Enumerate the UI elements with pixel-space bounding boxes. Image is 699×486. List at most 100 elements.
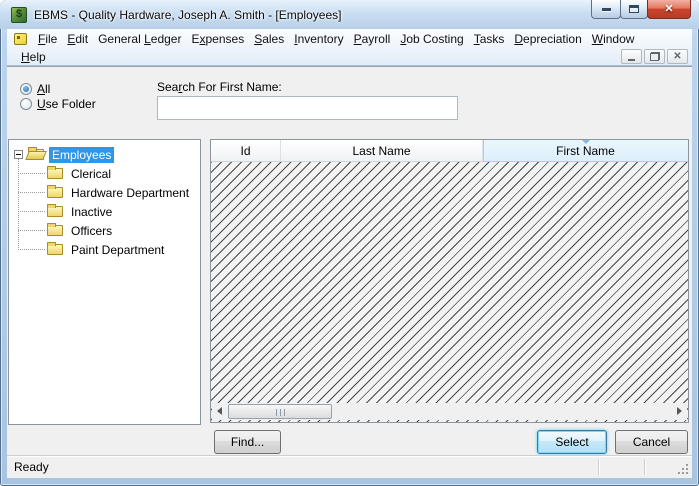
tree-item-label: Hardware Department bbox=[68, 185, 192, 201]
select-button[interactable]: Select bbox=[537, 430, 607, 454]
radio-all-label: All bbox=[37, 82, 50, 96]
menu-items-row1: File Edit General Ledger Expenses Sales … bbox=[33, 30, 639, 48]
menu-item-label: General bbox=[98, 32, 144, 46]
tree-item-employees-root[interactable]: Employees bbox=[9, 145, 200, 164]
menu-item[interactable]: File bbox=[33, 30, 62, 48]
horizontal-scrollbar[interactable] bbox=[212, 403, 687, 420]
tree-children: Clerical Hardware Department Inactive bbox=[9, 164, 200, 259]
status-bar: Ready bbox=[7, 455, 692, 478]
scroll-thumb[interactable] bbox=[228, 404, 332, 419]
table-header-row: Id Last Name First Name bbox=[211, 140, 688, 162]
folder-tree: Employees Clerical Hardware Department bbox=[8, 139, 201, 425]
radio-all[interactable]: All bbox=[20, 81, 96, 96]
mdi-close-icon: ✕ bbox=[673, 52, 681, 62]
title-bar[interactable]: EBMS - Quality Hardware, Joseph A. Smith… bbox=[0, 0, 699, 29]
window-title: EBMS - Quality Hardware, Joseph A. Smith… bbox=[34, 8, 341, 22]
menu-item-hotkey: L bbox=[144, 32, 151, 46]
menu-item[interactable]: Depreciation bbox=[509, 30, 586, 48]
resize-grip[interactable] bbox=[676, 462, 688, 474]
menu-bar: File Edit General Ledger Expenses Sales … bbox=[7, 29, 692, 66]
minimize-button[interactable] bbox=[591, 0, 621, 19]
radio-use-folder-icon[interactable] bbox=[20, 98, 32, 110]
menu-item[interactable]: Sales bbox=[249, 30, 289, 48]
menu-item-label: dit bbox=[75, 32, 88, 46]
open-folder-icon bbox=[28, 149, 44, 160]
menu-item-label: epreciation bbox=[523, 32, 582, 46]
tree-item-label: Paint Department bbox=[68, 242, 167, 258]
mdi-window-controls: ✕ bbox=[621, 49, 688, 64]
tree-connector bbox=[18, 173, 45, 174]
search-input[interactable] bbox=[157, 96, 458, 120]
tree-item[interactable]: Paint Department bbox=[9, 240, 200, 259]
menu-item-label: indow bbox=[603, 32, 634, 46]
cancel-button[interactable]: Cancel bbox=[615, 430, 688, 454]
radio-all-icon[interactable] bbox=[20, 83, 32, 95]
mdi-minimize-icon bbox=[628, 59, 635, 61]
status-separator bbox=[644, 459, 645, 475]
folder-icon bbox=[47, 225, 63, 236]
menu-item[interactable]: Job Costing bbox=[395, 30, 468, 48]
column-header-first-name[interactable]: First Name bbox=[483, 140, 688, 162]
window-controls: ✕ bbox=[592, 0, 691, 19]
close-icon: ✕ bbox=[664, 4, 673, 15]
employees-table: Id Last Name First Name bbox=[210, 139, 689, 423]
menu-item[interactable]: Tasks bbox=[469, 30, 510, 48]
menu-item[interactable]: Help bbox=[16, 48, 51, 66]
table-body-empty bbox=[211, 162, 688, 422]
radio-use-folder[interactable]: Use Folder bbox=[20, 96, 96, 111]
column-header-id[interactable]: Id bbox=[211, 140, 281, 162]
app-icon bbox=[11, 7, 27, 23]
tree-item-label: Clerical bbox=[68, 166, 114, 182]
close-button[interactable]: ✕ bbox=[647, 0, 691, 19]
menu-item[interactable]: Expenses bbox=[186, 30, 249, 48]
menu-item-hotkey: W bbox=[592, 32, 603, 46]
filter-radio-group: All Use Folder bbox=[20, 81, 96, 111]
maximize-icon bbox=[629, 5, 639, 13]
sort-indicator-icon bbox=[582, 140, 590, 144]
tree-item-label: Officers bbox=[68, 223, 115, 239]
tree-connector bbox=[18, 230, 45, 231]
find-button[interactable]: Find... bbox=[214, 430, 281, 454]
menu-item-label: ile bbox=[45, 32, 57, 46]
menu-item[interactable]: General Ledger bbox=[93, 30, 186, 48]
menu-item[interactable]: Inventory bbox=[289, 30, 348, 48]
collapse-icon[interactable] bbox=[14, 150, 23, 159]
tree-root-label[interactable]: Employees bbox=[49, 147, 114, 163]
mdi-restore-icon bbox=[650, 52, 660, 61]
mdi-system-menu-icon[interactable] bbox=[14, 33, 27, 45]
menu-items-row2: Help bbox=[16, 48, 51, 66]
scroll-right-icon[interactable] bbox=[677, 407, 682, 415]
menu-item[interactable]: Edit bbox=[62, 30, 93, 48]
column-header-last-name[interactable]: Last Name bbox=[281, 140, 483, 162]
app-window: EBMS - Quality Hardware, Joseph A. Smith… bbox=[0, 0, 699, 486]
tree-item[interactable]: Clerical bbox=[9, 164, 200, 183]
menu-item-label: penses bbox=[206, 32, 245, 46]
search-label: Search For First Name: bbox=[157, 80, 282, 94]
menu-item[interactable]: Window bbox=[587, 30, 640, 48]
folder-icon bbox=[47, 244, 63, 255]
menu-item-label: E bbox=[191, 32, 199, 46]
tree-item[interactable]: Hardware Department bbox=[9, 183, 200, 202]
tree-item[interactable]: Inactive bbox=[9, 202, 200, 221]
mdi-minimize-button[interactable] bbox=[621, 49, 642, 64]
folder-icon bbox=[47, 187, 63, 198]
tree-connector bbox=[18, 211, 45, 212]
tree-item[interactable]: Officers bbox=[9, 221, 200, 240]
menu-item-label: edger bbox=[151, 32, 182, 46]
status-separator bbox=[598, 459, 599, 475]
mdi-restore-button[interactable] bbox=[644, 49, 665, 64]
menu-item[interactable]: Payroll bbox=[349, 30, 396, 48]
menu-item-hotkey: D bbox=[514, 32, 523, 46]
maximize-button[interactable] bbox=[620, 0, 648, 19]
employees-lookup-panel: All Use Folder Search For First Name: Em… bbox=[7, 66, 692, 478]
menu-item-label: ayroll bbox=[362, 32, 391, 46]
radio-use-folder-label: Use Folder bbox=[37, 97, 96, 111]
folder-icon bbox=[47, 206, 63, 217]
menu-item-label: nventory bbox=[298, 32, 344, 46]
status-text: Ready bbox=[14, 460, 49, 474]
tree-connector bbox=[18, 249, 45, 250]
scroll-left-icon[interactable] bbox=[217, 407, 222, 415]
menu-item-label: elp bbox=[30, 50, 46, 64]
mdi-close-button[interactable]: ✕ bbox=[667, 49, 688, 64]
menu-item-hotkey: P bbox=[354, 32, 362, 46]
